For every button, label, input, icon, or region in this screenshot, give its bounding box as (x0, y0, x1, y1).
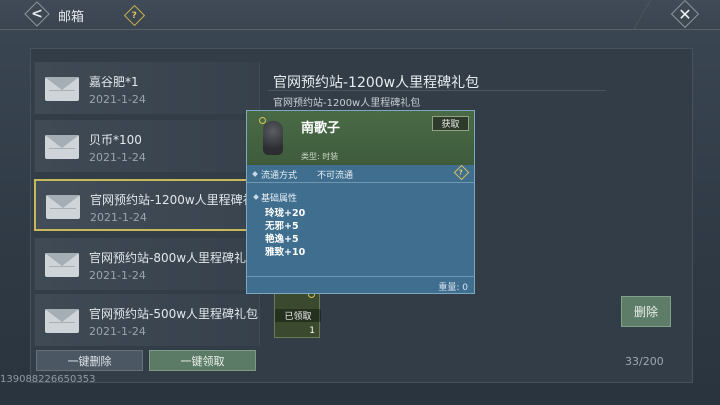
mail-detail-body: 官网预约站-1200w人里程碑礼包 (273, 98, 421, 109)
envelope-icon (45, 253, 79, 277)
mail-date: 2021-1-24 (89, 269, 146, 282)
delete-button[interactable]: 删除 (621, 296, 671, 327)
reward-item-slot[interactable]: 已领取 1 (274, 291, 321, 338)
trade-label: 流通方式 (261, 171, 298, 181)
envelope-icon (45, 77, 79, 101)
claim-all-button[interactable]: 一键领取 (149, 350, 256, 371)
mail-date: 2021-1-24 (89, 151, 146, 164)
mail-item-selected[interactable]: 官网预约站-1200w人里程碑礼 2021-1-24 (34, 179, 260, 231)
item-tooltip: 南歌子 获取 类型: 时装 流通方式 不可流通 ? 基础属性 玲珑+20 无邪+… (246, 110, 475, 294)
mail-detail-title: 官网预约站-1200w人里程碑礼包 (273, 75, 480, 91)
envelope-icon (45, 135, 79, 159)
envelope-icon (46, 195, 80, 219)
mail-title: 官网预约站-1200w人里程碑礼 (90, 193, 255, 207)
mail-item[interactable]: 贝币*100 2021-1-24 (34, 120, 260, 172)
trade-value: 不可流通 (317, 171, 354, 181)
mail-title: 官网预约站-500w人里程碑礼包 (89, 307, 259, 321)
claimed-label: 已领取 (275, 309, 321, 322)
mail-date: 2021-1-24 (90, 211, 147, 224)
bound-icon (259, 117, 266, 124)
attribute: 艳逸+5 (265, 234, 299, 245)
divider (268, 90, 606, 91)
top-bar: < 邮箱 ? ✕ (0, 0, 720, 30)
garment-icon (257, 117, 289, 161)
weight-row: 重量: 0 (247, 276, 474, 293)
mail-date: 2021-1-24 (89, 325, 146, 338)
user-id: 139088226650353 (0, 374, 96, 385)
delete-all-button[interactable]: 一键删除 (36, 350, 143, 371)
attributes-title: 基础属性 (261, 194, 298, 204)
item-tooltip-header: 南歌子 获取 类型: 时装 (247, 111, 474, 165)
help-icon[interactable]: ? (453, 164, 470, 181)
close-button[interactable]: ✕ (672, 3, 698, 25)
bullet-icon (252, 171, 258, 177)
item-type: 类型: 时装 (301, 152, 339, 161)
back-button[interactable]: < (24, 3, 50, 25)
page-title: 邮箱 (58, 10, 85, 25)
help-icon[interactable]: ? (123, 4, 146, 27)
obtain-button[interactable]: 获取 (432, 116, 469, 131)
mail-title: 官网预约站-800w人里程碑礼包 (89, 251, 259, 265)
envelope-icon (45, 309, 79, 333)
attribute: 无邪+5 (265, 221, 299, 232)
attribute: 雅致+10 (265, 247, 306, 258)
mail-title: 贝币*100 (89, 133, 142, 147)
mail-item[interactable]: 官网预约站-800w人里程碑礼包 2021-1-24 (34, 238, 260, 290)
reward-quantity: 1 (309, 326, 315, 336)
item-name: 南歌子 (301, 121, 341, 136)
close-icon: ✕ (678, 4, 692, 24)
mail-item[interactable]: 嘉谷肥*1 2021-1-24 (34, 62, 260, 114)
mail-date: 2021-1-24 (89, 93, 146, 106)
mail-count: 33/200 (625, 355, 664, 368)
mail-item[interactable]: 官网预约站-500w人里程碑礼包 2021-1-24 (34, 294, 260, 346)
mail-title: 嘉谷肥*1 (89, 75, 139, 89)
bullet-icon (253, 194, 259, 200)
trade-row: 流通方式 不可流通 ? (247, 164, 474, 183)
attribute: 玲珑+20 (265, 208, 306, 219)
item-weight: 重量: 0 (438, 283, 468, 293)
back-arrow-icon: < (31, 6, 43, 22)
